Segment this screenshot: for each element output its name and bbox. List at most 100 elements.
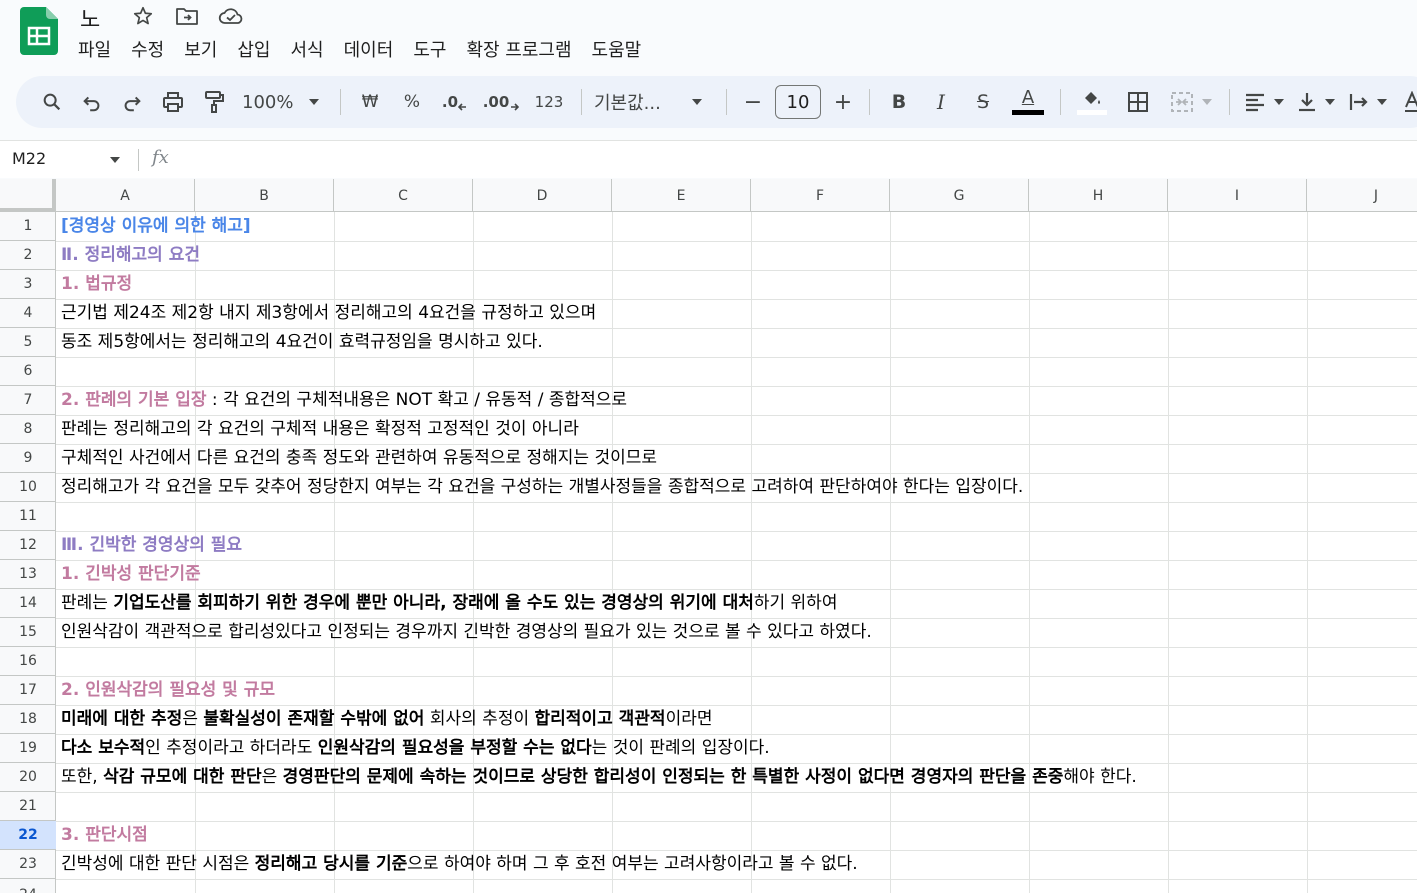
increase-decimal-button[interactable]: .00: [481, 84, 521, 120]
row-header[interactable]: 4: [0, 299, 56, 328]
bold-button[interactable]: B: [882, 84, 916, 120]
name-box[interactable]: M22: [12, 149, 46, 168]
row-header[interactable]: 24: [0, 879, 56, 893]
chevron-down-icon[interactable]: [110, 157, 120, 163]
row-header[interactable]: 2: [0, 241, 56, 270]
row-header[interactable]: 23: [0, 850, 56, 879]
move-folder-icon[interactable]: [172, 4, 202, 28]
row-header[interactable]: 5: [0, 328, 56, 357]
currency-format-button[interactable]: ₩: [353, 84, 387, 120]
menu-edit[interactable]: 수정: [121, 34, 174, 64]
column-header-f[interactable]: F: [751, 179, 890, 212]
cell-a4[interactable]: 근기법 제24조 제2항 내지 제3항에서 정리해고의 4요건을 규정하고 있으…: [61, 299, 596, 328]
column-header-h[interactable]: H: [1029, 179, 1168, 212]
undo-icon[interactable]: [76, 84, 108, 120]
row-header[interactable]: 7: [0, 386, 56, 415]
cell-a8[interactable]: 판례는 정리해고의 각 요건의 구체적 내용은 확정적 고정적인 것이 아니라: [61, 415, 579, 444]
row-header[interactable]: 15: [0, 618, 56, 647]
font-family-select[interactable]: 기본값...: [594, 84, 714, 120]
cell-a9[interactable]: 구체적인 사건에서 다른 요건의 충족 정도와 관련하여 유동적으로 정해지는 …: [61, 444, 657, 473]
row-header[interactable]: 10: [0, 473, 56, 502]
column-header-e[interactable]: E: [612, 179, 751, 212]
column-header-i[interactable]: I: [1168, 179, 1307, 212]
borders-icon[interactable]: [1119, 84, 1157, 120]
decrease-font-size-button[interactable]: −: [739, 84, 767, 120]
star-icon[interactable]: [128, 4, 158, 28]
column-header-d[interactable]: D: [473, 179, 612, 212]
cell-a3[interactable]: 1. 법규정: [61, 270, 132, 299]
column-header-j[interactable]: J: [1307, 179, 1417, 212]
row-header-selected[interactable]: 22: [0, 821, 56, 850]
menu-insert[interactable]: 삽입: [227, 34, 280, 64]
cell-a5[interactable]: 동조 제5항에서는 정리해고의 4요건이 효력규정임을 명시하고 있다.: [61, 328, 543, 357]
cell-a2[interactable]: Ⅱ. 정리해고의 요건: [61, 241, 200, 270]
cloud-saved-icon[interactable]: [216, 4, 246, 28]
font-family-value: 기본값...: [594, 93, 661, 114]
document-title[interactable]: 노: [80, 2, 100, 34]
menu-help[interactable]: 도움말: [582, 34, 652, 64]
decrease-decimal-button[interactable]: .0: [437, 84, 473, 120]
spreadsheet-grid[interactable]: A B C D E F G H I J 1 2 3 4 5 6 7 8 9 10…: [0, 179, 1417, 893]
row-header[interactable]: 18: [0, 705, 56, 734]
zoom-select[interactable]: 100%: [238, 84, 328, 120]
row-header[interactable]: 12: [0, 531, 56, 560]
increase-font-size-button[interactable]: +: [829, 84, 857, 120]
row-header[interactable]: 20: [0, 763, 56, 792]
column-header-c[interactable]: C: [334, 179, 473, 212]
horizontal-align-button[interactable]: [1242, 84, 1286, 120]
cell-a22[interactable]: 3. 판단시점: [61, 821, 148, 850]
row-header[interactable]: 21: [0, 792, 56, 821]
fill-color-button[interactable]: [1073, 84, 1111, 120]
row-header[interactable]: 9: [0, 444, 56, 473]
menu-tools[interactable]: 도구: [403, 34, 456, 64]
menu-format[interactable]: 서식: [281, 34, 334, 64]
cell-a15[interactable]: 인원삭감이 객관적으로 합리성있다고 인정되는 경우까지 긴박한 경영상의 필요…: [61, 618, 872, 647]
row-header[interactable]: 6: [0, 357, 56, 386]
column-header-g[interactable]: G: [890, 179, 1029, 212]
column-header-a[interactable]: A: [56, 179, 195, 212]
row-header[interactable]: 8: [0, 415, 56, 444]
text-color-button[interactable]: A: [1008, 84, 1048, 120]
row-header[interactable]: 16: [0, 647, 56, 676]
font-size-field[interactable]: 10: [775, 84, 821, 120]
paint-format-icon[interactable]: [198, 84, 230, 120]
select-all-corner[interactable]: [0, 179, 56, 212]
cell-a1[interactable]: [경영상 이유에 의한 해고]: [61, 212, 251, 241]
percent-format-button[interactable]: %: [395, 84, 429, 120]
italic-button[interactable]: I: [924, 84, 958, 120]
menu-file[interactable]: 파일: [68, 34, 121, 64]
row-header[interactable]: 13: [0, 560, 56, 589]
menu-data[interactable]: 데이터: [334, 34, 404, 64]
vertical-align-button[interactable]: [1294, 84, 1338, 120]
redo-icon[interactable]: [116, 84, 148, 120]
cell-a12[interactable]: Ⅲ. 긴박한 경영상의 필요: [61, 531, 242, 560]
row-header[interactable]: 11: [0, 502, 56, 531]
menu-extensions[interactable]: 확장 프로그램: [456, 34, 581, 64]
search-menus-icon[interactable]: [36, 84, 68, 120]
chevron-down-icon: [1325, 99, 1335, 105]
cell-a14[interactable]: 판례는 기업도산를 회피하기 위한 경우에 뿐만 아니라, 장래에 올 수도 있…: [61, 589, 837, 618]
row-header[interactable]: 14: [0, 589, 56, 618]
menu-view[interactable]: 보기: [174, 34, 227, 64]
cell-a10[interactable]: 정리해고가 각 요건을 모두 갖추어 정당한지 여부는 각 요건을 구성하는 개…: [61, 473, 1023, 502]
font-size-value[interactable]: 10: [775, 85, 821, 119]
row-header[interactable]: 19: [0, 734, 56, 763]
row-header[interactable]: 1: [0, 212, 56, 241]
text-rotation-button[interactable]: [1398, 84, 1417, 120]
strikethrough-button[interactable]: S: [966, 84, 1000, 120]
row-header[interactable]: 3: [0, 270, 56, 299]
cell-a13[interactable]: 1. 긴박성 판단기준: [61, 560, 201, 589]
text-wrapping-button[interactable]: [1346, 84, 1390, 120]
cell-a20[interactable]: 또한, 삭감 규모에 대한 판단은 경영판단의 문제에 속하는 것이므로 상당한…: [61, 763, 1137, 792]
column-header-b[interactable]: B: [195, 179, 334, 212]
sheets-logo-icon[interactable]: [20, 7, 58, 55]
merge-cells-button[interactable]: [1165, 84, 1217, 120]
print-icon[interactable]: [156, 84, 190, 120]
cell-a18[interactable]: 미래에 대한 추정은 불확실성이 존재할 수밖에 없어 회사의 추정이 합리적이…: [61, 705, 712, 734]
cell-a19[interactable]: 다소 보수적인 추정이라고 하더라도 인원삭감의 필요성을 부정할 수는 없다는…: [61, 734, 770, 763]
row-header[interactable]: 17: [0, 676, 56, 705]
cell-a17[interactable]: 2. 인원삭감의 필요성 및 규모: [61, 676, 275, 705]
cell-a23[interactable]: 긴박성에 대한 판단 시점은 정리해고 당시를 기준으로 하여야 하며 그 후 …: [61, 850, 858, 879]
more-formats-button[interactable]: 123: [529, 84, 569, 120]
cell-a7[interactable]: 2. 판례의 기본 입장 : 각 요건의 구체적내용은 NOT 확고 / 유동적…: [61, 386, 627, 415]
